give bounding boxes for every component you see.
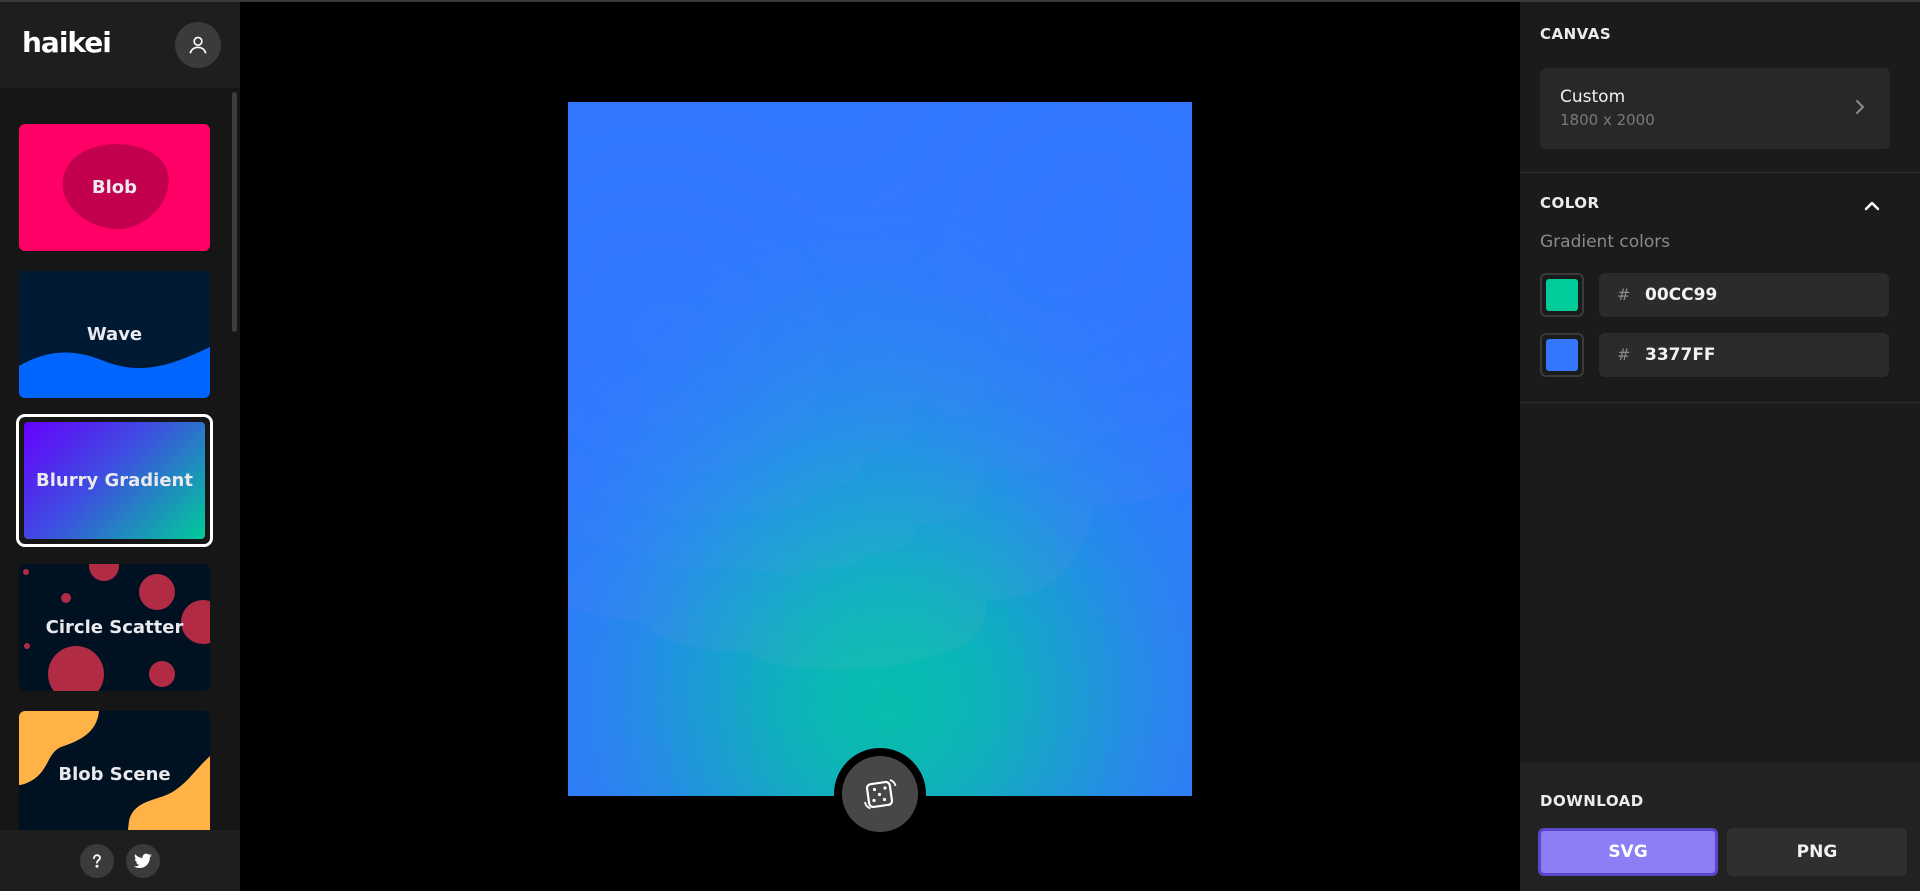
generator-card-wave[interactable]: Wave	[19, 271, 210, 398]
dice-icon	[864, 779, 897, 810]
app-root: haikei Blob Wave Blurry Gradient Circle …	[0, 0, 1920, 891]
color-swatch-fill	[1546, 279, 1578, 311]
hex-color-input-2[interactable]	[1645, 342, 1865, 368]
color-swatch-fill	[1546, 339, 1578, 371]
canvas-section-title: CANVAS	[1540, 25, 1612, 43]
blurry-gradient-preview	[568, 102, 1192, 796]
generator-label: Wave	[86, 324, 143, 345]
sidebar-scrollbar[interactable]	[232, 92, 237, 332]
user-account-button[interactable]	[175, 22, 221, 68]
chevron-right-icon	[1856, 100, 1864, 114]
editor-stage	[240, 2, 1520, 891]
color-section-collapse-button[interactable]	[1860, 194, 1884, 218]
hex-field-1[interactable]: #	[1599, 273, 1889, 317]
download-section-title: DOWNLOAD	[1540, 792, 1644, 810]
panel-divider	[1520, 172, 1920, 173]
hex-hash-label: #	[1617, 345, 1631, 364]
twitter-button[interactable]	[126, 844, 160, 878]
canvas-size-dimensions: 1800 x 2000	[1560, 111, 1655, 129]
settings-panel: CANVAS Custom 1800 x 2000 COLOR Gradient…	[1520, 2, 1920, 891]
panel-divider	[1520, 402, 1920, 403]
randomize-button[interactable]	[834, 748, 926, 840]
twitter-icon	[134, 853, 152, 868]
generator-label: Blurry Gradient	[36, 470, 193, 491]
download-png-button[interactable]: PNG	[1727, 828, 1907, 876]
gradient-colors-label: Gradient colors	[1540, 232, 1671, 252]
generator-card-blob-scene[interactable]: Blob Scene	[19, 711, 210, 830]
color-section-title: COLOR	[1540, 194, 1600, 212]
user-icon	[189, 36, 207, 54]
sidebar-header: haikei	[0, 2, 240, 88]
download-svg-button[interactable]: SVG	[1538, 828, 1718, 876]
generator-sidebar: haikei Blob Wave Blurry Gradient Circle …	[0, 2, 240, 891]
color-swatch-2[interactable]	[1540, 333, 1584, 377]
hex-field-2[interactable]: #	[1599, 333, 1889, 377]
generator-label: Blob Scene	[58, 764, 171, 785]
generator-label: Circle Scatter	[45, 617, 184, 638]
randomize-button-inner	[842, 756, 918, 832]
download-section: DOWNLOAD SVG PNG	[1520, 762, 1920, 891]
question-icon	[93, 854, 101, 868]
generator-list: Blob Wave Blurry Gradient Circle Scatter…	[0, 88, 240, 830]
generator-label: Blob	[91, 177, 138, 198]
canvas-size-name: Custom	[1560, 87, 1626, 107]
chevron-up-icon	[1864, 201, 1880, 211]
sidebar-footer	[0, 830, 240, 891]
generator-card-blurry-gradient[interactable]: Blurry Gradient	[24, 422, 205, 539]
canvas-size-selector[interactable]: Custom 1800 x 2000	[1540, 68, 1890, 149]
gradient-artwork-canvas	[568, 102, 1192, 796]
app-logo[interactable]: haikei	[22, 26, 112, 59]
generator-card-blob[interactable]: Blob	[19, 124, 210, 251]
hex-color-input-1[interactable]	[1645, 282, 1865, 308]
help-button[interactable]	[80, 844, 114, 878]
hex-hash-label: #	[1617, 285, 1631, 304]
generator-card-circle-scatter[interactable]: Circle Scatter	[19, 564, 210, 691]
color-swatch-1[interactable]	[1540, 273, 1584, 317]
